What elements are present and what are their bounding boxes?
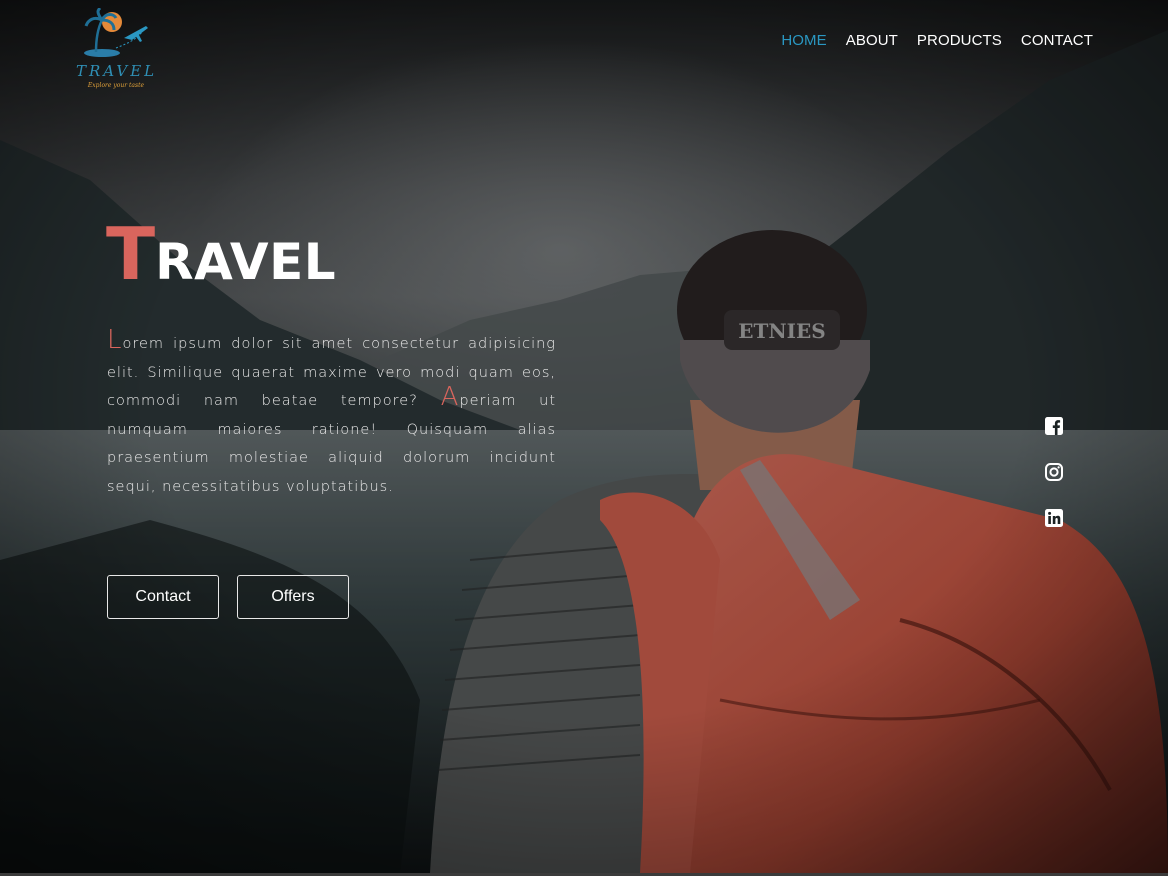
offers-button[interactable]: Offers: [237, 575, 349, 619]
nav-home[interactable]: HOME: [781, 32, 826, 49]
hero-title-rest: RAVEL: [155, 233, 337, 291]
linkedin-icon[interactable]: [1044, 508, 1064, 528]
hero-section: ETNIES TRAVEL Explore your taste HOME AB…: [0, 0, 1168, 873]
nav-contact[interactable]: CONTACT: [1021, 32, 1093, 49]
logo-tagline: Explore your taste: [87, 82, 145, 89]
para2-drop-cap: A: [440, 382, 460, 412]
main-nav: HOME ABOUT PRODUCTS CONTACT: [762, 32, 1093, 49]
palm-island-plane-logo-icon: [84, 6, 148, 57]
instagram-icon[interactable]: [1044, 462, 1064, 482]
logo-wordmark: TRAVEL: [76, 62, 158, 80]
hero-title: TRAVEL: [106, 218, 336, 291]
nav-products[interactable]: PRODUCTS: [917, 32, 1002, 49]
nav-about[interactable]: ABOUT: [846, 32, 898, 49]
facebook-icon[interactable]: [1044, 416, 1064, 436]
hero-description: Lorem ipsum dolor sit amet consectetur a…: [107, 327, 556, 501]
contact-button[interactable]: Contact: [107, 575, 219, 619]
logo[interactable]: TRAVEL Explore your taste: [76, 6, 158, 94]
hero-title-initial: T: [106, 212, 156, 296]
para1-drop-cap: L: [107, 325, 123, 355]
